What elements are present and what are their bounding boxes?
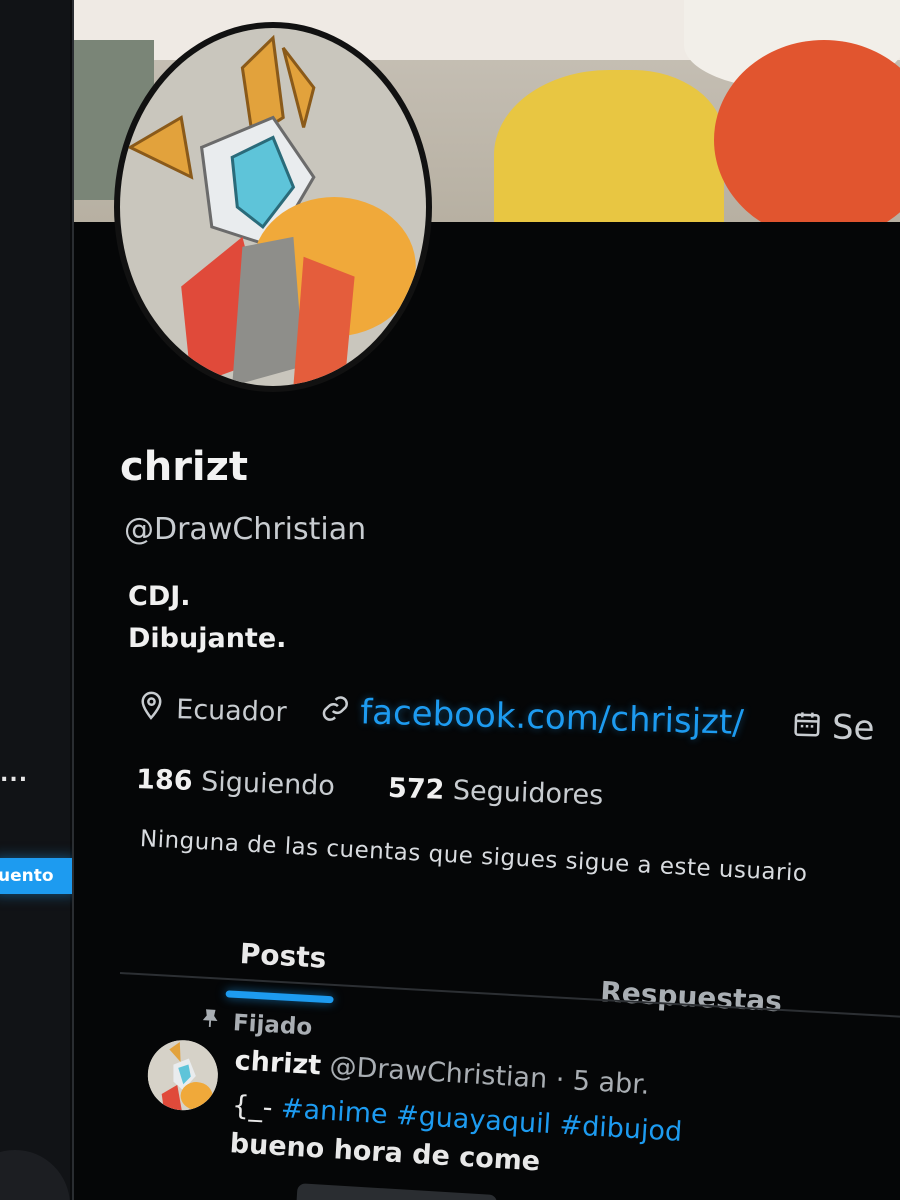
post-separator: ·	[554, 1064, 566, 1096]
joined-item: Se	[791, 706, 876, 749]
post-author-avatar[interactable]	[145, 1038, 220, 1113]
sidebar-avatar[interactable]	[0, 1150, 70, 1200]
following-link[interactable]: 186 Siguiendo	[136, 764, 344, 802]
truncated-text: ...	[0, 762, 29, 787]
left-sidebar: ... uento	[0, 0, 78, 1200]
profile-column: chrizt @DrawChristian CDJ. Dibujante. Ec…	[74, 0, 900, 1200]
post-author-handle[interactable]: @DrawChristian	[329, 1051, 548, 1095]
post-text: {_- #anime #guayaquil #dibujod bueno hor…	[229, 1087, 683, 1190]
followed-by-note: Ninguna de las cuentas que sigues sigue …	[139, 826, 809, 887]
pinned-label: Fijado	[232, 1010, 313, 1041]
link-icon	[320, 693, 351, 731]
pinned-indicator: Fijado	[198, 1007, 313, 1042]
screen: ... uento chrizt @DrawChristian CDJ. Dib…	[0, 0, 900, 1200]
tab-posts[interactable]: Posts	[239, 937, 327, 975]
following-count: 186	[135, 764, 194, 797]
display-name: chrizt	[120, 444, 249, 490]
tab-replies[interactable]: Respuestas	[599, 975, 782, 1018]
pin-icon	[198, 1007, 222, 1036]
active-tab-indicator	[225, 990, 334, 1004]
website-link[interactable]: facebook.com/chrisjzt/	[360, 692, 745, 743]
website-item[interactable]: facebook.com/chrisjzt/	[320, 691, 745, 743]
post-text-prefix: {_-	[231, 1090, 274, 1124]
post-author-name[interactable]: chrizt	[234, 1045, 322, 1081]
calendar-icon	[792, 708, 823, 746]
post-media[interactable]	[295, 1183, 498, 1200]
followers-label: Seguidores	[452, 775, 604, 812]
user-handle: @DrawChristian	[124, 512, 367, 547]
profile-avatar[interactable]	[114, 22, 432, 392]
bio-line: CDJ.	[128, 581, 191, 612]
location-item: Ecuador	[136, 690, 287, 731]
post-date[interactable]: 5 abr.	[572, 1065, 650, 1100]
follow-counts: 186 Siguiendo 572 Seguidores	[135, 764, 836, 832]
location-pin-icon	[136, 690, 167, 728]
profile-meta: Ecuador facebook.com/chrisjzt/ Se	[135, 690, 900, 769]
following-label: Siguiendo	[200, 766, 336, 802]
sidebar-action-button[interactable]: uento	[0, 858, 78, 894]
bio: CDJ. Dibujante.	[128, 576, 286, 660]
followers-count: 572	[387, 772, 445, 806]
location-text: Ecuador	[175, 694, 287, 729]
joined-text: Se	[831, 707, 876, 749]
bio-line: Dibujante.	[128, 623, 287, 654]
followers-link[interactable]: 572 Seguidores	[387, 773, 603, 811]
